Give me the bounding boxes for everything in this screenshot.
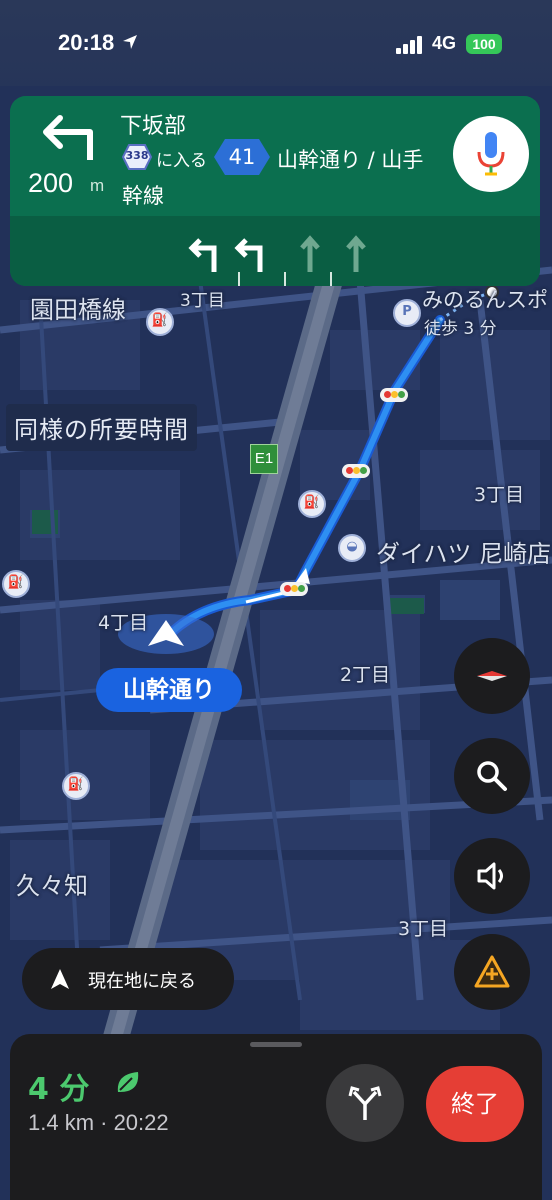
speaker-icon [477,862,503,890]
status-bar: 20:18 4G 100 [0,0,552,86]
sound-button[interactable] [454,838,530,914]
lane-divider [284,272,286,286]
lane-divider [330,272,332,286]
battery-icon: 100 [466,34,502,54]
voice-search-button[interactable] [453,116,529,192]
report-incident-button[interactable] [454,934,530,1010]
traffic-light-icon [280,582,308,596]
map-label-sonoda: 園田橋線 [30,296,126,324]
gas-station-icon[interactable]: ⛽ [2,570,30,598]
map-label-walk: 徒歩 3 分 [424,319,497,339]
location-arrow-icon [123,35,137,49]
gas-station-icon[interactable]: ⛽ [62,772,90,800]
map-label-2chome: 2丁目 [340,664,391,686]
gas-station-icon[interactable]: ⛽ [146,308,174,336]
signal-icon [396,36,422,54]
compass-icon [477,671,507,681]
search-button[interactable] [454,738,530,814]
clock: 20:18 [58,30,115,55]
recenter-button[interactable]: 現在地に戻る [22,948,234,1010]
map-label-3chome: 3丁目 [474,484,525,506]
traffic-light-icon [342,464,370,478]
map-label-minoru[interactable]: みのるんスポ [422,284,548,314]
route-fork-icon [348,1086,382,1120]
street-name-line2: 幹線 [122,184,164,208]
eta-minutes: 4 分 [28,1072,90,1107]
route-number: 338 [125,149,149,162]
street-name-line1: 山幹通り / 山手 [277,148,424,172]
lane-left-icon [234,238,263,272]
map-label-3chome-bottom: 3丁目 [398,918,449,940]
highway-badge: 41 [213,138,271,176]
turn-distance: 200 [28,168,74,198]
next-place: 下坂部 [120,114,187,139]
highway-number: 41 [228,145,256,169]
lane-guidance-panel [10,216,540,286]
sheet-handle[interactable] [250,1042,302,1047]
microphone-icon [477,132,505,176]
search-icon [477,761,507,791]
map-label-daihatsu[interactable]: ダイハツ 尼崎店 [376,534,551,569]
end-navigation-button[interactable]: 終了 [426,1066,524,1142]
gas-station-icon[interactable]: ⛽ [298,490,326,518]
shopping-bag-icon[interactable]: ◒ [338,534,366,562]
trip-distance-arrival: 1.4 km · 20:22 [28,1110,169,1135]
traffic-light-icon [380,388,408,402]
network-type: 4G [432,33,457,53]
map-label-district: 3丁目 [180,291,225,311]
expressway-e1-badge: E1 [250,444,278,474]
lane-divider [238,272,240,286]
lane-straight-icon [346,235,366,272]
turn-distance-unit: m [90,176,105,195]
alternate-routes-button[interactable] [326,1064,404,1142]
recenter-label: 現在地に戻る [88,971,196,992]
map-label-4chome: 4丁目 [98,612,149,634]
warning-plus-icon [474,955,510,988]
route-shield-badge: 338 [121,144,153,170]
navigation-arrow-icon [51,969,69,989]
parking-icon[interactable]: P [393,299,421,327]
map-label-kukuchi: 久々知 [16,872,88,900]
enter-text: に入る [156,151,207,171]
navigation-instruction-card[interactable]: 200 m 下坂部 338 に入る 41 山幹通り / 山手 幹線 [10,96,540,286]
lane-left-icon [188,238,217,272]
turn-left-icon [43,115,93,160]
trip-summary-sheet[interactable]: 4 分 1.4 km · 20:22 終了 [10,1034,542,1200]
current-street-label: 山幹通り [96,668,242,712]
lane-straight-icon [300,235,320,272]
eco-leaf-icon [117,1072,139,1092]
same-time-callout[interactable]: 同様の所要時間 [6,404,197,451]
compass-button[interactable] [454,638,530,714]
